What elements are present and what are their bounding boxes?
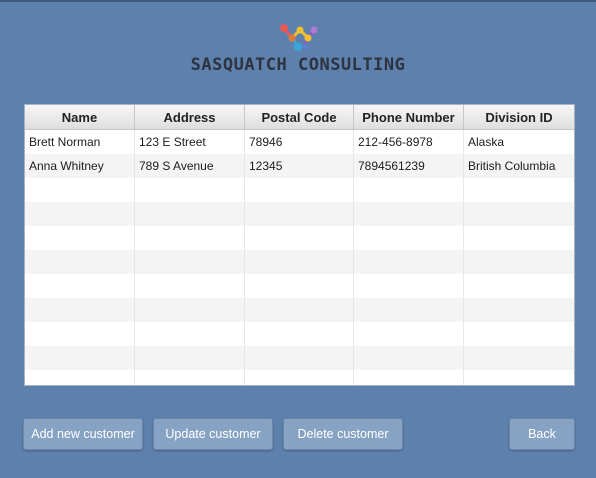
empty-row: [25, 274, 574, 298]
empty-row: [25, 370, 574, 385]
empty-row: [25, 322, 574, 346]
column-header-postal-code[interactable]: Postal Code: [245, 105, 354, 129]
table-row[interactable]: Anna Whitney 789 S Avenue 12345 78945612…: [25, 154, 574, 178]
empty-row: [25, 250, 574, 274]
customers-table[interactable]: Name Address Postal Code Phone Number Di…: [24, 104, 575, 386]
cell-phone-number: 7894561239: [354, 154, 464, 178]
table-body: Brett Norman 123 E Street 78946 212-456-…: [25, 130, 574, 385]
update-customer-button[interactable]: Update customer: [153, 418, 273, 450]
cell-division-id: British Columbia: [468, 159, 556, 173]
cell-address: 789 S Avenue: [135, 154, 245, 178]
table-row[interactable]: Brett Norman 123 E Street 78946 212-456-…: [25, 130, 574, 154]
cell-name: Anna Whitney: [25, 154, 135, 178]
cell-division-id: Alaska: [468, 135, 505, 149]
cell-phone-number: 212-456-8978: [354, 130, 464, 154]
molecule-logo-icon: [280, 24, 318, 51]
cell-address: 123 E Street: [135, 130, 245, 154]
empty-row: [25, 226, 574, 250]
cell-postal-code: 78946: [245, 130, 354, 154]
cell-name: Brett Norman: [25, 130, 135, 154]
column-header-name[interactable]: Name: [25, 105, 135, 129]
empty-row: [25, 178, 574, 202]
empty-row: [25, 202, 574, 226]
window-top-border: [0, 0, 596, 2]
add-customer-button[interactable]: Add new customer: [23, 418, 143, 450]
column-header-address[interactable]: Address: [135, 105, 245, 129]
empty-row: [25, 346, 574, 370]
brand-logo: SASQUATCH CONSULTING: [0, 20, 596, 80]
column-header-division-id[interactable]: Division ID: [464, 105, 574, 129]
table-header: Name Address Postal Code Phone Number Di…: [25, 105, 574, 130]
delete-customer-button[interactable]: Delete customer: [283, 418, 403, 450]
cell-postal-code: 12345: [245, 154, 354, 178]
back-button[interactable]: Back: [509, 418, 575, 450]
empty-row: [25, 298, 574, 322]
company-name: SASQUATCH CONSULTING: [190, 55, 406, 75]
column-header-phone-number[interactable]: Phone Number: [354, 105, 464, 129]
